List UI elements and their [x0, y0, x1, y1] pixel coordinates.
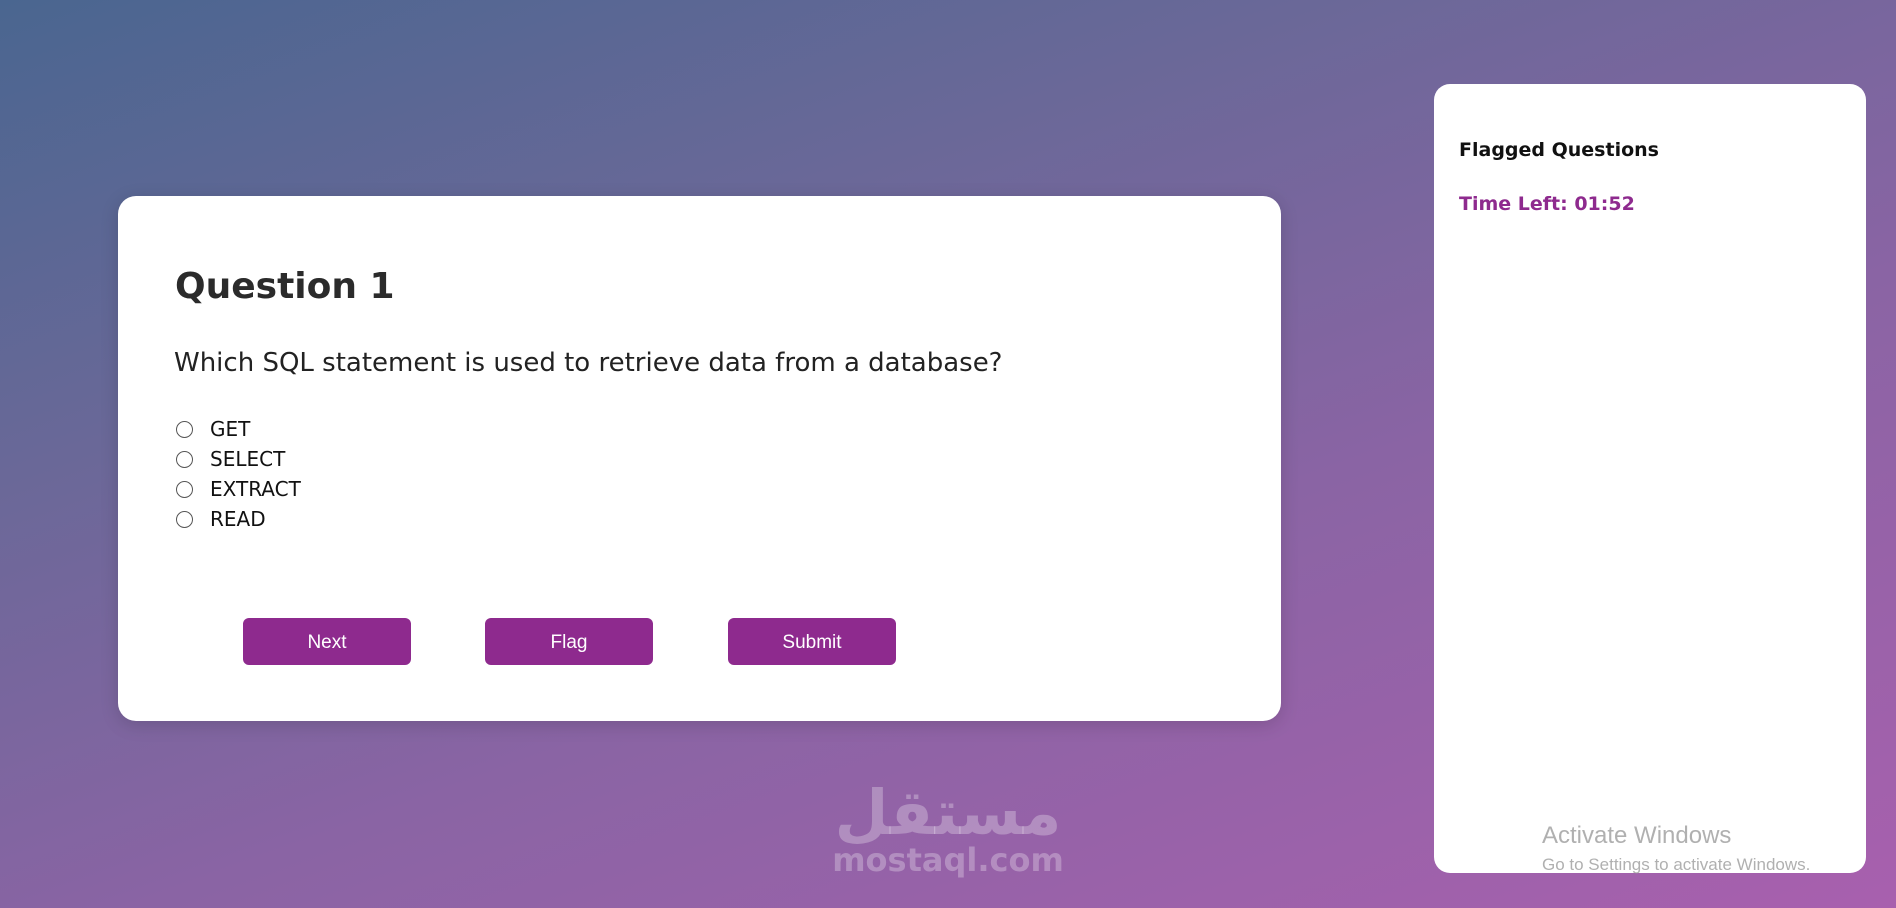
time-left: Time Left: 01:52 — [1459, 193, 1635, 215]
option-get[interactable]: GET — [176, 414, 301, 444]
option-label: READ — [210, 507, 266, 531]
flag-button[interactable]: Flag — [485, 618, 653, 665]
next-button[interactable]: Next — [243, 618, 411, 665]
flagged-questions-title: Flagged Questions — [1459, 139, 1659, 161]
option-label: GET — [210, 417, 251, 441]
option-label: SELECT — [210, 447, 286, 471]
activate-windows-subtitle: Go to Settings to activate Windows. — [1542, 855, 1811, 874]
radio-unchecked-icon[interactable] — [176, 450, 193, 468]
flagged-questions-panel: Flagged Questions Time Left: 01:52 — [1434, 84, 1866, 873]
quiz-card: Question 1 Which SQL statement is used t… — [118, 196, 1281, 721]
watermark-arabic-text: مستقل — [834, 776, 1062, 849]
answer-options: GET SELECT EXTRACT READ — [176, 414, 301, 534]
option-select[interactable]: SELECT — [176, 444, 301, 474]
radio-unchecked-icon[interactable] — [176, 420, 193, 438]
option-extract[interactable]: EXTRACT — [176, 474, 301, 504]
option-label: EXTRACT — [210, 477, 301, 501]
question-title: Question 1 — [175, 266, 395, 307]
mostaql-watermark-logo: مستقل mostaql.com — [828, 778, 1068, 890]
activate-windows-title: Activate Windows — [1542, 822, 1732, 849]
watermark-latin-text: mostaql.com — [832, 841, 1064, 879]
submit-button[interactable]: Submit — [728, 618, 896, 665]
option-read[interactable]: READ — [176, 504, 301, 534]
radio-unchecked-icon[interactable] — [176, 510, 193, 528]
question-text: Which SQL statement is used to retrieve … — [174, 348, 1003, 378]
radio-unchecked-icon[interactable] — [176, 480, 193, 498]
activate-windows-overlay: Activate Windows Go to Settings to activ… — [1542, 821, 1810, 876]
